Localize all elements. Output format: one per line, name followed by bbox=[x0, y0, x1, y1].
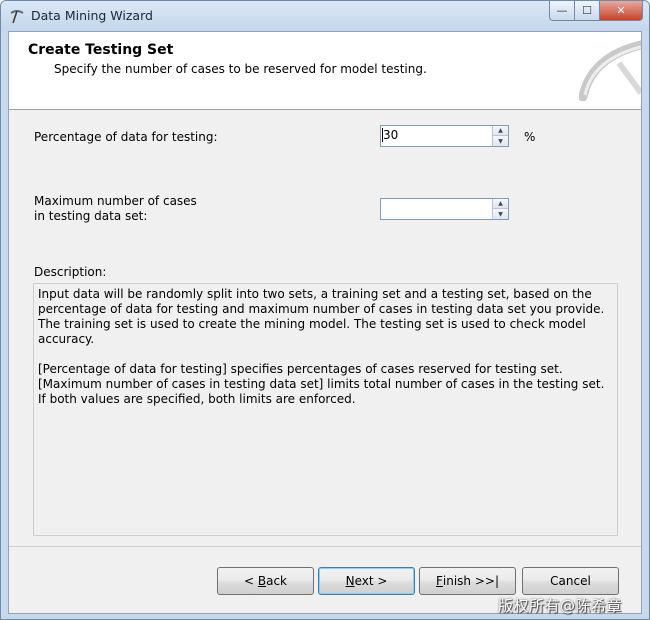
page-subtitle: Specify the number of cases to be reserv… bbox=[54, 62, 427, 76]
minimize-icon: — bbox=[556, 4, 568, 17]
description-line: [Percentage of data for testing] specifi… bbox=[38, 362, 563, 376]
finish-button-label: inish >>| bbox=[442, 574, 499, 588]
max-cases-spin-buttons: ▲ ▼ bbox=[492, 199, 508, 219]
next-button-label: ext > bbox=[354, 574, 388, 588]
spin-up-icon[interactable]: ▲ bbox=[493, 199, 508, 209]
description-blank bbox=[38, 347, 610, 362]
maximize-icon: ☐ bbox=[582, 4, 592, 17]
percentage-input[interactable]: 30 bbox=[383, 128, 398, 142]
back-button-label: ack bbox=[266, 574, 287, 588]
footer-divider bbox=[9, 546, 641, 547]
percentage-spinner[interactable]: 30 ▲ ▼ bbox=[380, 125, 509, 147]
finish-button-mnemonic: F bbox=[435, 574, 443, 588]
cancel-button-label: Cancel bbox=[550, 574, 591, 588]
minimize-button[interactable]: — bbox=[549, 1, 575, 21]
percentage-spin-buttons: ▲ ▼ bbox=[492, 126, 508, 146]
caption-buttons: — ☐ ✕ bbox=[549, 1, 643, 21]
finish-button[interactable]: Finish >>| bbox=[419, 567, 516, 595]
wizard-window: Data Mining Wizard — ☐ ✕ Create Testing … bbox=[0, 0, 650, 620]
pickaxe-banner-icon bbox=[579, 40, 641, 101]
back-button-prefix: < bbox=[243, 574, 258, 588]
wizard-header: Create Testing Set Specify the number of… bbox=[9, 32, 641, 110]
description-box[interactable]: Input data will be randomly split into t… bbox=[33, 283, 618, 536]
percentage-label: Percentage of data for testing: bbox=[34, 130, 218, 144]
description-label: Description: bbox=[34, 265, 107, 279]
cancel-button[interactable]: Cancel bbox=[522, 567, 619, 595]
next-button-mnemonic: N bbox=[345, 574, 355, 588]
percent-unit-label: % bbox=[524, 130, 536, 144]
max-cases-label-line2: in testing data set: bbox=[34, 209, 148, 223]
close-button[interactable]: ✕ bbox=[600, 1, 643, 21]
maximize-button[interactable]: ☐ bbox=[575, 1, 600, 21]
title-bar[interactable]: Data Mining Wizard — ☐ ✕ bbox=[1, 1, 649, 31]
max-cases-spinner[interactable]: ▲ ▼ bbox=[380, 198, 509, 220]
spin-down-icon[interactable]: ▼ bbox=[493, 136, 508, 146]
close-icon: ✕ bbox=[616, 4, 626, 17]
description-line: If both values are specified, both limit… bbox=[38, 392, 356, 406]
spin-up-icon[interactable]: ▲ bbox=[493, 126, 508, 136]
max-cases-label-line1: Maximum number of cases bbox=[34, 194, 197, 208]
window-title: Data Mining Wizard bbox=[31, 8, 153, 23]
next-button[interactable]: Next > bbox=[318, 567, 415, 595]
description-line: [Maximum number of cases in testing data… bbox=[38, 377, 605, 391]
page-title: Create Testing Set bbox=[28, 42, 174, 58]
pickaxe-icon bbox=[10, 10, 24, 24]
spin-down-icon[interactable]: ▼ bbox=[493, 209, 508, 219]
back-button-mnemonic: B bbox=[257, 574, 267, 588]
back-button[interactable]: < Back bbox=[217, 567, 314, 595]
watermark-text: 版权所有@陈希章 bbox=[498, 597, 623, 615]
wizard-client-area: Create Testing Set Specify the number of… bbox=[8, 31, 642, 614]
description-text: Input data will be randomly split into t… bbox=[38, 287, 610, 407]
description-paragraph: Input data will be randomly split into t… bbox=[38, 287, 609, 346]
